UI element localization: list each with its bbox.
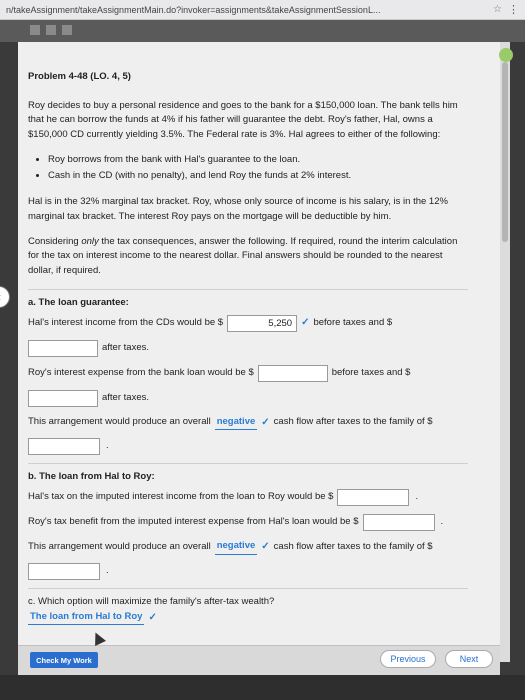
cashflow-dropdown[interactable]: negative [214, 415, 258, 431]
q-text: Roy's interest expense from the bank loa… [28, 366, 254, 378]
q-text: after taxes. [102, 391, 149, 403]
toolbar-icon[interactable] [46, 25, 56, 35]
q-text: before taxes and $ [313, 316, 393, 328]
q-text: cash flow after taxes to the family of $ [273, 416, 433, 428]
problem-para-3: Considering only the tax consequences, a… [28, 235, 468, 279]
browser-address-bar[interactable]: n/takeAssignment/takeAssignmentMain.do?i… [0, 0, 525, 20]
url-text[interactable]: n/takeAssignment/takeAssignmentMain.do?i… [6, 5, 487, 15]
part-a-heading: a. The loan guarantee: [28, 296, 129, 308]
hal-imputed-tax-input[interactable] [337, 489, 410, 507]
q-text: cash flow after taxes to the family of $ [273, 540, 433, 552]
problem-intro: Roy decides to buy a personal residence … [28, 99, 458, 141]
period: . [415, 491, 419, 503]
period: . [106, 440, 109, 452]
problem-title: Problem 4-48 (LO. 4, 5) [28, 71, 131, 82]
part-a-q3b: . [28, 438, 468, 456]
q-text: before taxes and $ [331, 366, 411, 378]
roy-tax-benefit-input[interactable] [362, 514, 435, 532]
help-icon[interactable] [499, 48, 513, 62]
part-a-q2: Roy's interest expense from the bank loa… [28, 364, 468, 382]
part-b-q2: Roy's tax benefit from the imputed inter… [28, 514, 468, 532]
check-icon: ✓ [148, 611, 157, 623]
toolbar-strip [0, 20, 525, 42]
part-a-q1: Hal's interest income from the CDs would… [28, 314, 468, 332]
part-b-q1: Hal's tax on the imputed interest income… [28, 489, 468, 507]
family-cashflow-input[interactable] [28, 562, 100, 580]
q-text: Roy's tax benefit from the imputed inter… [28, 516, 359, 528]
period: . [106, 564, 109, 576]
option-list: Roy borrows from the bank with Hal's gua… [48, 153, 468, 183]
q-text: Hal's tax on the imputed interest income… [28, 491, 334, 503]
q-text: after taxes. [102, 341, 149, 353]
q-text: This arrangement would produce an overal… [28, 540, 211, 552]
part-b-heading: b. The loan from Hal to Roy: [28, 471, 155, 483]
part-b-q3: This arrangement would produce an overal… [28, 539, 468, 555]
check-icon: ✓ [261, 416, 270, 428]
toolbar-icon[interactable] [62, 25, 72, 35]
roy-expense-before-tax-input[interactable] [257, 364, 328, 382]
next-button[interactable]: Next [445, 650, 493, 668]
list-item: Roy borrows from the bank with Hal's gua… [48, 153, 468, 168]
previous-button[interactable]: Previous [380, 650, 436, 668]
check-icon: ✓ [301, 317, 310, 329]
problem-content: Problem 4-48 (LO. 4, 5) Roy decides to b… [28, 70, 468, 633]
check-icon: ✓ [261, 541, 270, 553]
family-cashflow-input[interactable] [28, 438, 100, 456]
problem-para-2: Hal is in the 32% marginal tax bracket. … [28, 196, 448, 223]
list-item: Cash in the CD (with no penalty), and le… [48, 169, 468, 184]
divider [28, 587, 468, 589]
background [0, 675, 525, 700]
part-c-question: c. Which option will maximize the family… [28, 595, 275, 607]
roy-expense-after-tax-input[interactable] [28, 389, 98, 407]
q-text: This arrangement would produce an overal… [28, 416, 211, 428]
part-a-q1b: after taxes. [28, 339, 468, 357]
part-a-q2b: after taxes. [28, 389, 468, 407]
para3-emphasis: only [81, 235, 99, 247]
q-text: Hal's interest income from the CDs would… [28, 316, 224, 328]
check-my-work-button[interactable]: Check My Work [30, 652, 98, 668]
divider [28, 463, 468, 465]
scrollbar-thumb[interactable] [502, 62, 508, 242]
star-icon[interactable]: ☆ [493, 4, 502, 15]
period: . [440, 516, 444, 528]
scrollbar[interactable] [500, 42, 510, 662]
hal-interest-before-tax-input[interactable]: 5,250 [227, 314, 298, 332]
option-dropdown[interactable]: The loan from Hal to Roy [28, 610, 145, 626]
hal-interest-after-tax-input[interactable] [28, 339, 98, 357]
toolbar-icon[interactable] [30, 25, 40, 35]
more-vert-icon[interactable]: ⋮ [508, 3, 519, 16]
part-c-answer-row: The loan from Hal to Roy ✓ [28, 610, 468, 626]
part-b-q3b: . [28, 562, 468, 580]
cashflow-dropdown[interactable]: negative [214, 539, 258, 555]
chevron-left-icon[interactable]: ‹ [0, 286, 10, 308]
divider [28, 288, 468, 290]
para3-pre: Considering [28, 235, 82, 247]
part-a-q3: This arrangement would produce an overal… [28, 415, 468, 431]
